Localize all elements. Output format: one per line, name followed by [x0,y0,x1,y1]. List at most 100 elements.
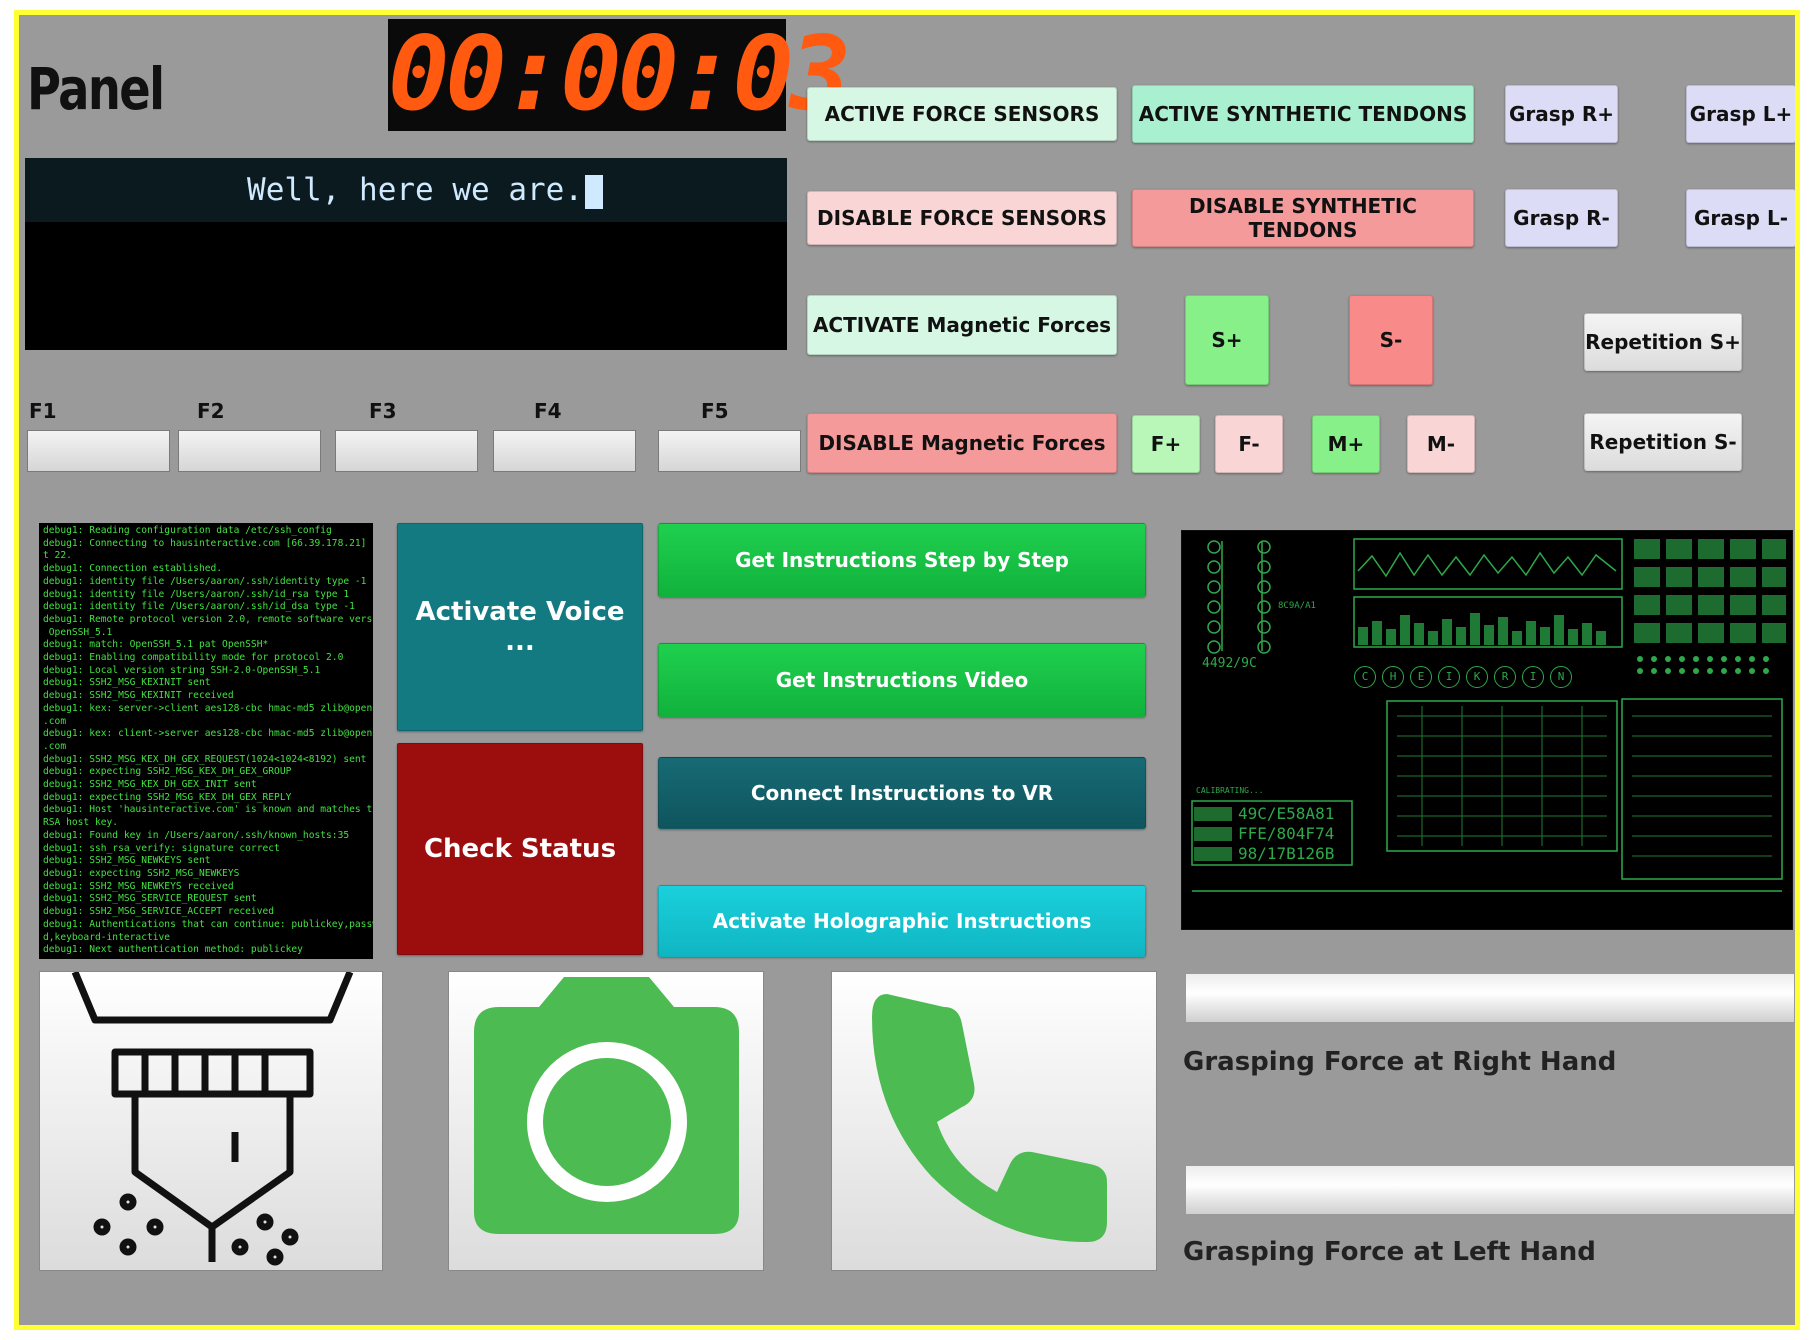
hud-letter: I [1438,666,1460,688]
hud-letter: H [1382,666,1404,688]
f4-slot[interactable] [493,430,636,472]
hud-letter: N [1550,666,1572,688]
f5-label: F5 [701,399,729,423]
terminal-line: Well, here we are. [25,158,787,222]
left-hand-force-label: Grasping Force at Left Hand [1183,1237,1596,1267]
ssh-debug-log: debug1: Reading configuration data /etc/… [39,523,373,959]
page-title: Panel [27,55,165,123]
log-line: debug1: Connecting to hausinteractive.co… [43,537,373,549]
hud-letter: E [1410,666,1432,688]
log-line: debug1: SSH2_MSG_NEWKEYS sent [43,855,211,867]
log-line: debug1: SSH2_MSG_KEXINIT sent [43,677,211,689]
disable-magnetic-forces-button[interactable]: DISABLE Magnetic Forces [807,413,1117,473]
text-cursor [585,174,603,209]
cnc-tool-icon [71,970,354,1266]
log-line: debug1: Host 'hausinteractive.com' is kn… [43,804,373,816]
log-line: debug1: identity file /Users/aaron/.ssh/… [43,588,350,600]
log-line: debug1: Enabling compatibility mode for … [43,652,344,664]
log-line: debug1: Found key in /Users/aaron/.ssh/k… [43,829,350,841]
log-line: debug1: Authentications that can continu… [43,918,373,930]
terminal-display: Well, here we are. [25,158,787,350]
log-line: debug1: expecting SSH2_MSG_KEX_DH_GEX_GR… [43,766,292,778]
terminal-text: Well, here we are. [247,172,583,208]
log-line: OpenSSH_5.1 [43,626,113,638]
holographic-button[interactable]: Activate Holographic Instructions [658,885,1146,957]
hud-letter: C [1354,666,1376,688]
right-hand-force-bar [1185,973,1795,1023]
log-line: debug1: Reading configuration data /etc/… [43,525,332,536]
log-line: debug1: SSH2_MSG_NEWKEYS received [43,880,234,892]
step-by-step-button[interactable]: Get Instructions Step by Step [658,523,1146,597]
grasp-r-minus-button[interactable]: Grasp R- [1505,189,1618,247]
hud-array-2: FFE/804F74 [1238,824,1335,843]
log-line: d,keyboard-interactive [43,931,171,943]
log-line: debug1: Next authentication method: publ… [43,944,303,956]
hud-calibrating: CALIBRATING... [1196,786,1264,795]
cnc-tool-tile[interactable] [39,970,383,1271]
activate-voice-button[interactable]: Activate Voice ... [397,523,643,731]
hud-readout: 4492/9C [1202,656,1257,671]
repetition-s-plus-button[interactable]: Repetition S+ [1584,313,1742,371]
log-line: debug1: identity file /Users/aaron/.ssh/… [43,575,367,587]
f3-label: F3 [369,399,397,423]
f-plus-button[interactable]: F+ [1132,415,1200,473]
grasp-l-plus-button[interactable]: Grasp L+ [1686,85,1795,143]
hud-arrays: 49C/E58A81 FFE/804F74 98/17B126B [1238,804,1334,864]
log-line: debug1: SSH2_MSG_KEX_DH_GEX_REQUEST(1024… [43,753,367,765]
log-line: debug1: expecting SSH2_MSG_NEWKEYS [43,867,240,879]
log-line: t 22. [43,550,72,562]
m-minus-button[interactable]: M- [1407,415,1475,473]
active-force-sensors-button[interactable]: ACTIVE FORCE SENSORS [807,87,1117,141]
hud-graphics [1191,538,1786,892]
right-hand-force-label: Grasping Force at Right Hand [1183,1047,1617,1077]
f1-label: F1 [29,399,57,423]
f1-slot[interactable] [27,430,170,472]
disable-synthetic-tendons-button[interactable]: DISABLE SYNTHETIC TENDONS [1132,189,1474,247]
log-line: debug1: match: OpenSSH_5.1 pat OpenSSH* [43,639,269,651]
active-synthetic-tendons-button[interactable]: ACTIVE SYNTHETIC TENDONS [1132,85,1474,143]
log-line: .com [43,740,67,752]
phone-tile[interactable] [831,971,1157,1271]
check-status-button[interactable]: Check Status [397,743,643,955]
log-line: debug1: identity file /Users/aaron/.ssh/… [43,601,355,613]
log-line: debug1: Remote protocol version 2.0, rem… [43,613,373,625]
s-plus-button[interactable]: S+ [1185,295,1269,385]
hud-letters: C H E I K R I N [1354,666,1572,688]
camera-icon [474,977,739,1234]
phone-icon [872,994,1107,1242]
hud-letter: K [1466,666,1488,688]
repetition-s-minus-button[interactable]: Repetition S- [1584,413,1742,471]
grasp-l-minus-button[interactable]: Grasp L- [1686,189,1795,247]
f2-slot[interactable] [178,430,321,472]
log-line: debug1: SSH2_MSG_SERVICE_REQUEST sent [43,893,257,905]
log-line: RSA host key. [43,817,119,829]
hud-letter: I [1522,666,1544,688]
f3-slot[interactable] [335,430,478,472]
s-minus-button[interactable]: S- [1349,295,1433,385]
log-line: debug1: Local version string SSH-2.0-Ope… [43,664,321,676]
log-line: debug1: kex: server->client aes128-cbc h… [43,702,373,714]
camera-tile[interactable] [448,971,764,1271]
left-hand-force-bar [1185,1165,1795,1215]
log-line: debug1: SSH2_MSG_KEXINIT received [43,690,234,702]
hud-letter: R [1494,666,1516,688]
log-line: debug1: ssh_rsa_verify: signature correc… [43,842,280,854]
disable-force-sensors-button[interactable]: DISABLE FORCE SENSORS [807,191,1117,245]
instructions-video-button[interactable]: Get Instructions Video [658,643,1146,717]
activate-magnetic-forces-button[interactable]: ACTIVATE Magnetic Forces [807,295,1117,355]
grasp-r-plus-button[interactable]: Grasp R+ [1505,85,1618,143]
f2-label: F2 [197,399,225,423]
panel-window: Panel 00:00:03 Well, here we are. F1 F2 … [14,10,1800,1330]
f5-slot[interactable] [658,430,801,472]
log-line: debug1: SSH2_MSG_SERVICE_ACCEPT received [43,906,275,918]
log-line: debug1: expecting SSH2_MSG_KEX_DH_GEX_RE… [43,791,292,803]
hud-array-3: 98/17B126B [1238,844,1335,863]
hud-tag: 8C9A/A1 [1278,601,1316,611]
f-minus-button[interactable]: F- [1215,415,1283,473]
m-plus-button[interactable]: M+ [1312,415,1380,473]
hud-display: 4492/9C 8C9A/A1 CALIBRATING... 49C/E58A8… [1181,530,1793,930]
connect-vr-button[interactable]: Connect Instructions to VR [658,757,1146,829]
f4-label: F4 [534,399,562,423]
log-line: debug1: SSH2_MSG_KEX_DH_GEX_INIT sent [43,779,257,791]
log-line: debug1: Connection established. [43,563,223,575]
